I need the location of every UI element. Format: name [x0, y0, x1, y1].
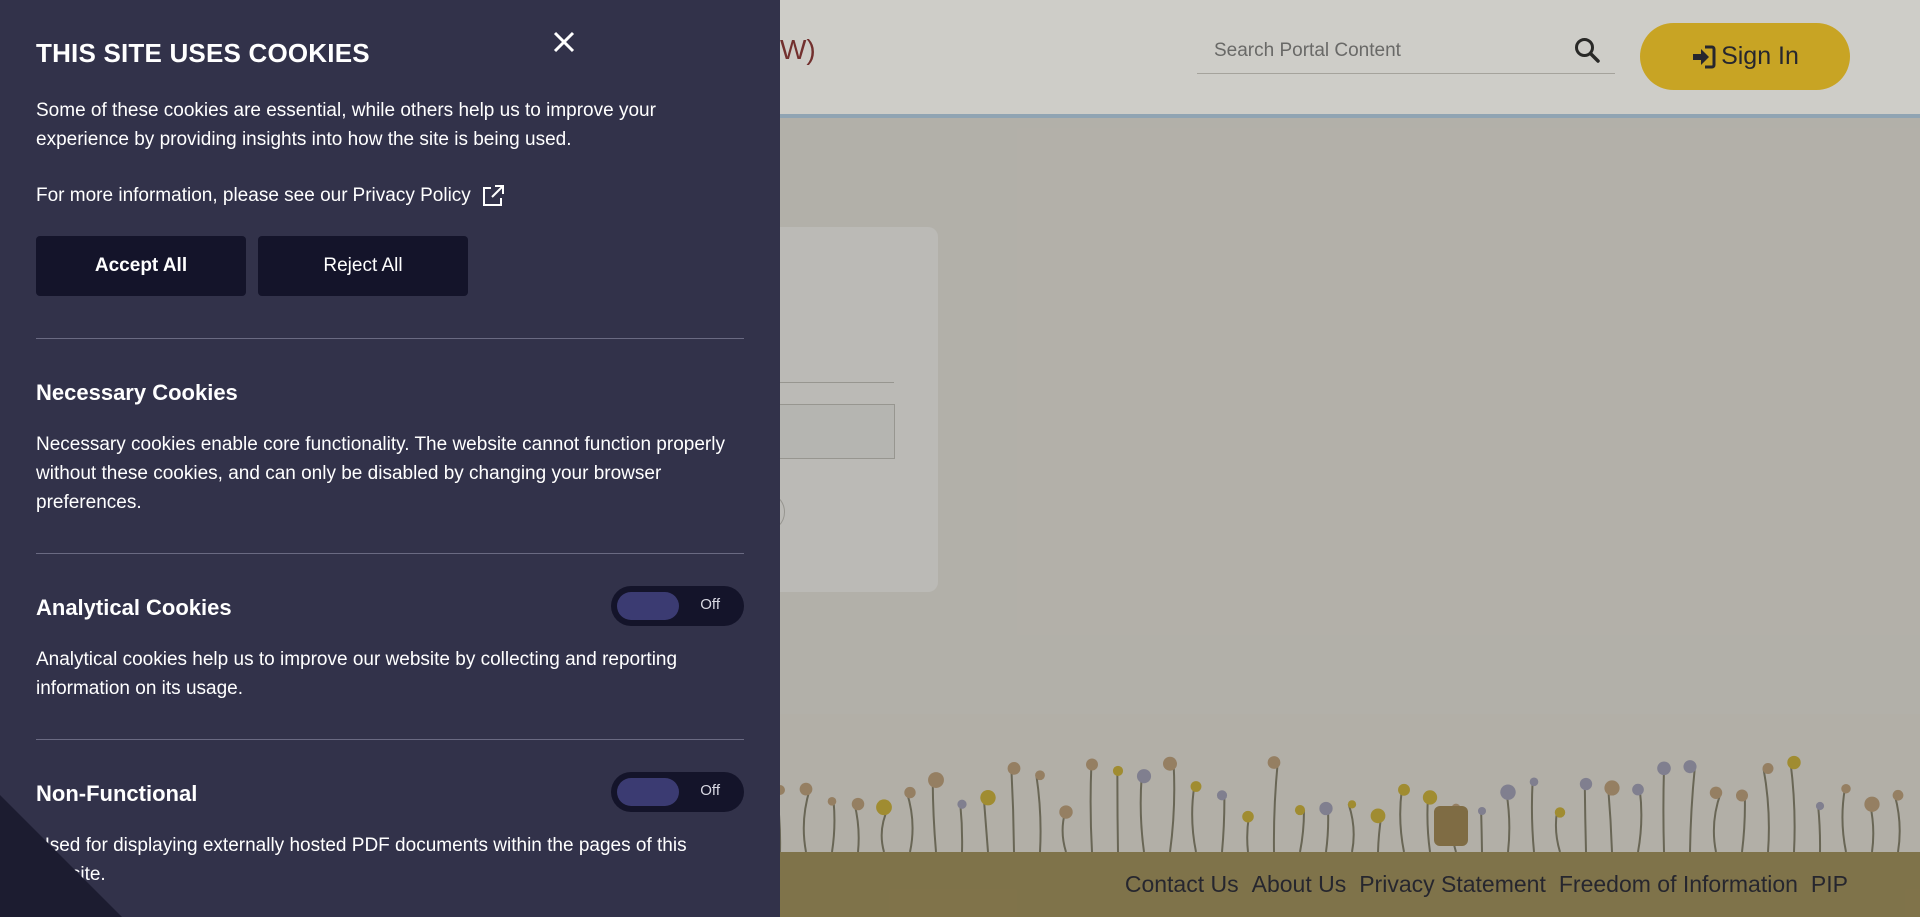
cookie-panel-title: THIS SITE USES COOKIES — [36, 38, 370, 68]
toggle-state-label: Off — [700, 596, 720, 613]
section-divider — [36, 338, 744, 339]
close-icon[interactable] — [548, 26, 580, 58]
external-link-icon[interactable] — [481, 184, 505, 208]
more-info-line: For more information, please see our Pri… — [36, 181, 505, 210]
reject-all-button[interactable]: Reject All — [258, 236, 468, 296]
corner-decoration — [0, 795, 122, 917]
non-functional-text: Used for displaying externally hosted PD… — [36, 835, 687, 885]
cookie-intro-text: Some of these cookies are essential, whi… — [36, 100, 656, 150]
analytical-cookies-text: Analytical cookies help us to improve ou… — [36, 649, 678, 699]
non-functional-toggle[interactable]: Off — [611, 772, 744, 812]
toggle-knob — [617, 592, 679, 620]
privacy-policy-link[interactable]: Privacy Policy — [353, 181, 471, 210]
toggle-state-label: Off — [700, 782, 720, 799]
analytical-cookies-title: Analytical Cookies — [36, 595, 232, 620]
necessary-cookies-text: Necessary cookies enable core functional… — [36, 434, 725, 513]
more-info-prefix: For more information, please see our — [36, 185, 348, 206]
necessary-cookies-title: Necessary Cookies — [36, 380, 238, 405]
analytical-cookies-toggle[interactable]: Off — [611, 586, 744, 626]
section-divider — [36, 739, 744, 740]
section-divider — [36, 553, 744, 554]
toggle-knob — [617, 778, 679, 806]
accept-all-button[interactable]: Accept All — [36, 236, 246, 296]
cookie-panel: THIS SITE USES COOKIES Some of these coo… — [0, 0, 780, 917]
